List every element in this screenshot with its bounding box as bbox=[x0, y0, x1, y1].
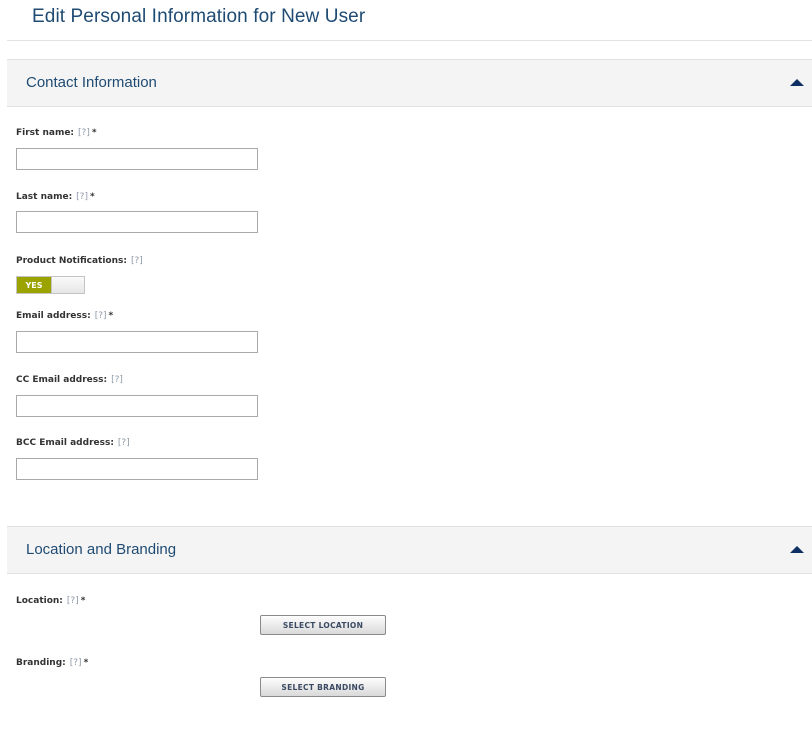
product-notifications-help-link[interactable]: [?] bbox=[131, 256, 143, 266]
chevron-up-icon[interactable] bbox=[790, 79, 804, 86]
location-branding-section-header[interactable]: Location and Branding bbox=[7, 526, 812, 574]
contact-section-header[interactable]: Contact Information bbox=[7, 59, 812, 107]
bcc-email-label: BCC Email address: [?] bbox=[16, 438, 130, 448]
required-marker: * bbox=[91, 128, 97, 138]
select-branding-button[interactable]: SELECT BRANDING bbox=[260, 677, 386, 697]
location-label: Location: [?] * bbox=[16, 596, 86, 606]
cc-email-label: CC Email address: [?] bbox=[16, 375, 123, 385]
first-name-label: First name: [?] * bbox=[16, 128, 97, 138]
email-field[interactable] bbox=[16, 331, 258, 353]
bcc-email-field[interactable] bbox=[16, 458, 258, 480]
page-title: Edit Personal Information for New User bbox=[32, 6, 366, 27]
toggle-knob bbox=[51, 277, 84, 293]
required-marker: * bbox=[80, 596, 86, 606]
contact-section-title: Contact Information bbox=[26, 74, 157, 91]
branding-label: Branding: [?] * bbox=[16, 658, 89, 668]
email-label: Email address: [?] * bbox=[16, 311, 114, 321]
cc-email-help-link[interactable]: [?] bbox=[111, 375, 123, 385]
title-divider bbox=[7, 40, 812, 41]
last-name-label: Last name: [?] * bbox=[16, 192, 95, 202]
product-notifications-label: Product Notifications: [?] bbox=[16, 256, 143, 266]
last-name-help-link[interactable]: [?] bbox=[76, 192, 88, 202]
email-help-link[interactable]: [?] bbox=[95, 311, 107, 321]
last-name-field[interactable] bbox=[16, 211, 258, 233]
product-notifications-toggle[interactable]: YES bbox=[16, 276, 85, 294]
location-branding-section-title: Location and Branding bbox=[26, 541, 177, 558]
first-name-field[interactable] bbox=[16, 148, 258, 170]
required-marker: * bbox=[89, 192, 95, 202]
toggle-on-label: YES bbox=[17, 277, 51, 293]
cc-email-field[interactable] bbox=[16, 395, 258, 417]
chevron-up-icon[interactable] bbox=[790, 546, 804, 553]
required-marker: * bbox=[108, 311, 114, 321]
required-marker: * bbox=[83, 658, 89, 668]
select-location-button[interactable]: SELECT LOCATION bbox=[260, 615, 386, 635]
bcc-email-help-link[interactable]: [?] bbox=[118, 438, 130, 448]
branding-help-link[interactable]: [?] bbox=[70, 658, 82, 668]
first-name-help-link[interactable]: [?] bbox=[78, 128, 90, 138]
location-help-link[interactable]: [?] bbox=[67, 596, 79, 606]
